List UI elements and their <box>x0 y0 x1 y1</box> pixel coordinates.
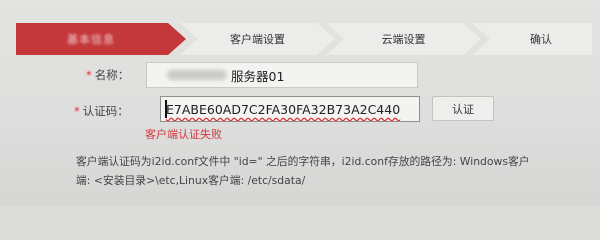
required-mark: * <box>74 104 80 118</box>
auth-code-label-text: 认证码： <box>82 104 129 118</box>
name-field-label: * 名称： <box>86 67 129 83</box>
step-label: 基本信息 <box>67 33 115 46</box>
verify-button-label: 认证 <box>452 102 474 116</box>
step-label: 客户端设置 <box>230 33 285 46</box>
name-input-value: 服务器01 <box>231 68 285 84</box>
required-mark: * <box>86 68 92 82</box>
client-settings-screen: 基本信息 客户端设置 云端设置 确认 * 名称： 服务器01 * 认证码： E7… <box>0 0 600 206</box>
help-line-2: 端: <安装目录>\etc,Linux客户端: /etc/sdata/ <box>76 174 306 187</box>
auth-code-value: E7ABE60AD7C2FA30FA32B73A2C440 <box>166 101 401 117</box>
step-label: 云端设置 <box>381 33 426 46</box>
redacted-text <box>167 70 227 80</box>
auth-code-input[interactable]: E7ABE60AD7C2FA30FA32B73A2C440 <box>160 96 420 122</box>
auth-code-field-label: * 认证码： <box>74 103 129 119</box>
auth-error-message: 客户端认证失败 <box>145 128 222 141</box>
step-cloud-settings[interactable]: 云端设置 <box>326 23 481 55</box>
step-wizard: 基本信息 客户端设置 云端设置 确认 <box>16 23 592 55</box>
verify-button[interactable]: 认证 <box>432 96 494 121</box>
name-input[interactable]: 服务器01 <box>146 62 418 88</box>
step-confirm[interactable]: 确认 <box>472 23 592 55</box>
name-label-text: 名称： <box>94 68 130 82</box>
text-cursor <box>165 100 167 118</box>
help-line-1: 客户端认证码为i2id.conf文件中 "id=" 之后的字符串，i2id.co… <box>76 155 530 168</box>
step-client-settings[interactable]: 客户端设置 <box>180 23 335 55</box>
help-text: 客户端认证码为i2id.conf文件中 "id=" 之后的字符串，i2id.co… <box>76 152 596 190</box>
step-basic-info[interactable]: 基本信息 <box>16 23 186 55</box>
step-label: 确认 <box>530 33 552 46</box>
